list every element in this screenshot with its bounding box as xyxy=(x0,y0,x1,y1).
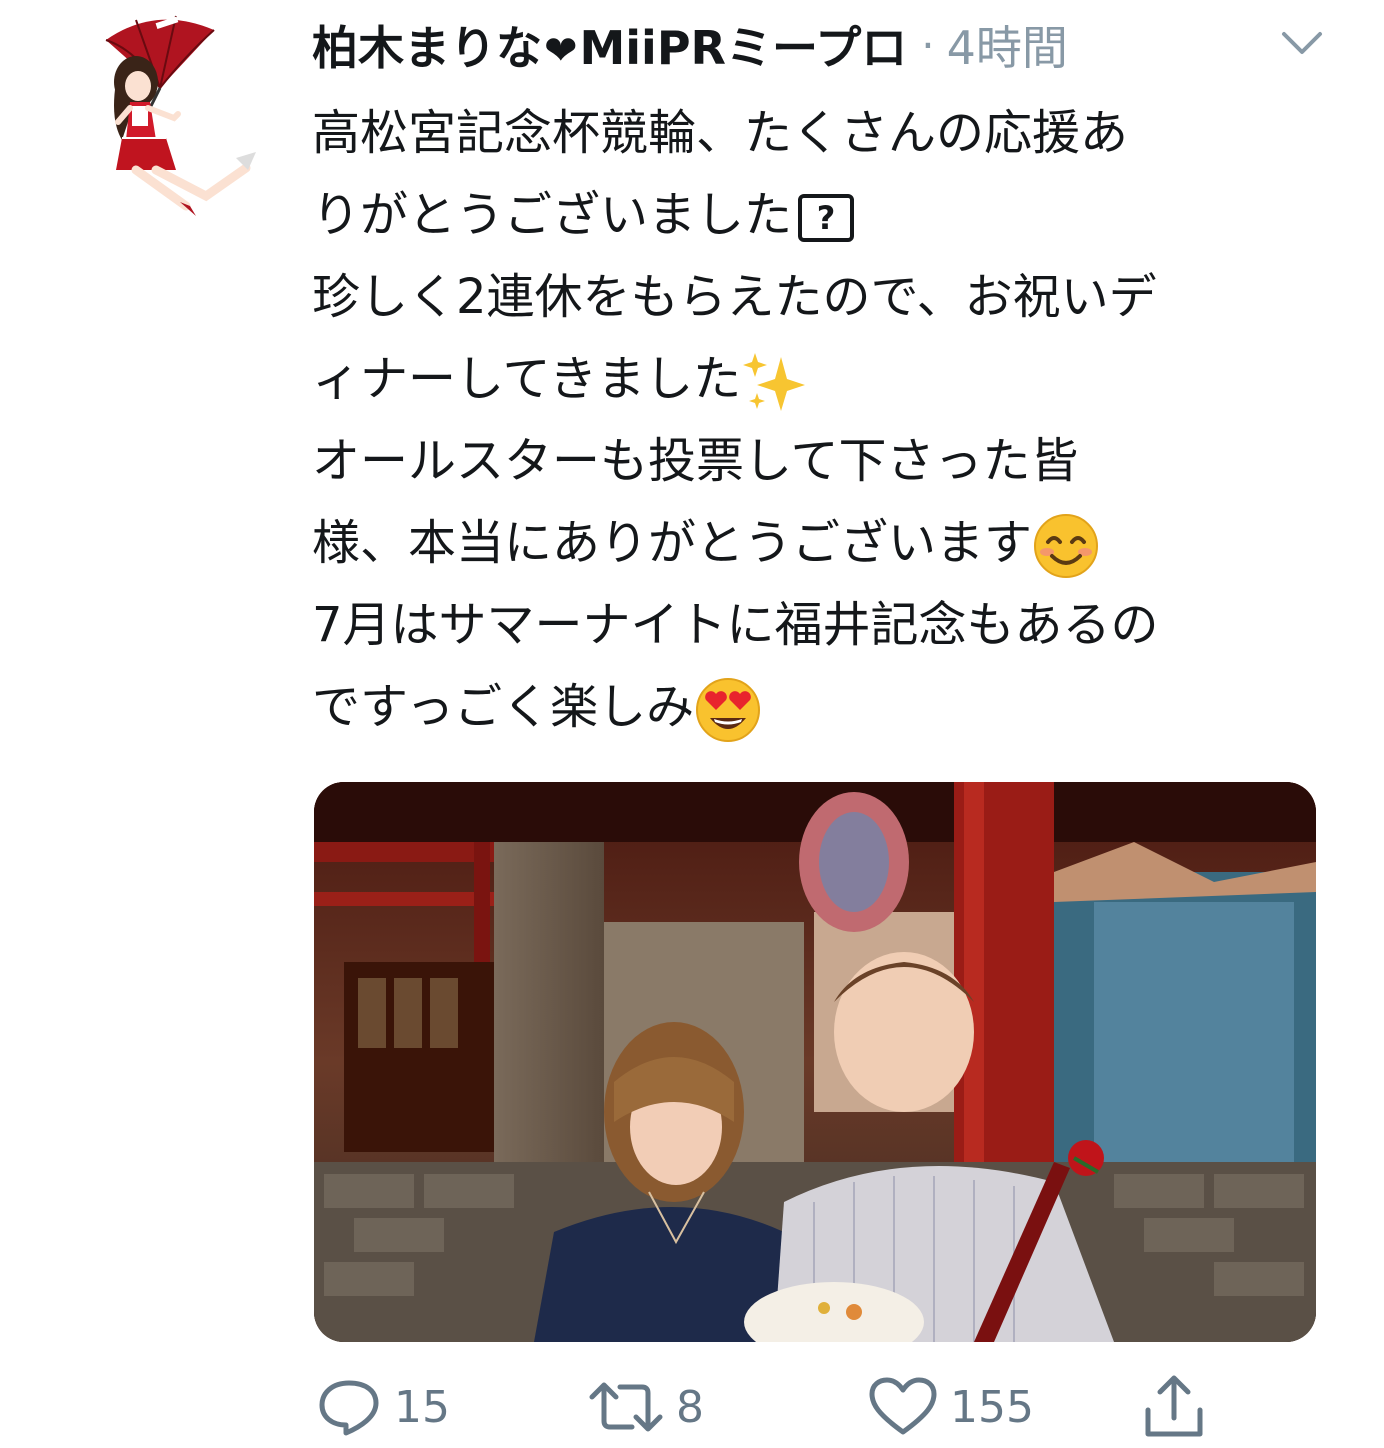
author-name-part1[interactable]: 柏木まりな xyxy=(312,21,542,75)
reply-button[interactable]: 15 xyxy=(316,1372,450,1442)
tweet-line-7: 7月はサマーナイトに福井記念もあるの xyxy=(312,597,1159,653)
tweet-text: 高松宮記念杯競輪、たくさんの応援あ りがとうございました? 珍しく2連休をもらえ… xyxy=(312,92,1322,748)
like-count: 155 xyxy=(950,1381,1034,1433)
tweet-line-5: オールスターも投票して下さった皆 xyxy=(312,433,1079,489)
share-icon xyxy=(1145,1375,1203,1437)
smiling-face-icon xyxy=(1034,514,1099,578)
tweet-line-8-text: ですっごく楽しみ xyxy=(312,679,695,735)
timestamp[interactable]: 4時間 xyxy=(947,12,1068,78)
tweet-line-4: ィナーしてきました xyxy=(312,338,1322,420)
unknown-character-icon: ? xyxy=(798,194,855,242)
tweet-line-6: 様、本当にありがとうございます xyxy=(312,502,1322,584)
tweet[interactable]: 柏木まりな❤MiiPRミープロ · 4時間 高松宮記念杯競輪、たくさんの応援あ … xyxy=(0,0,1384,1448)
tweet-line-2: りがとうございました? xyxy=(312,174,1322,256)
avatar[interactable] xyxy=(96,10,272,220)
tweet-actions: 15 8 155 xyxy=(312,1372,1312,1442)
heart-icon: ❤ xyxy=(544,28,578,74)
author-name[interactable]: 柏木まりな❤MiiPRミープロ xyxy=(312,12,907,78)
tweet-photo[interactable] xyxy=(314,782,1316,1342)
share-button[interactable] xyxy=(1142,1372,1206,1442)
reply-count: 15 xyxy=(394,1381,450,1433)
tweet-line-1: 高松宮記念杯競輪、たくさんの応援あ xyxy=(312,105,1129,161)
tweet-line-6-text: 様、本当にありがとうございます xyxy=(312,515,1033,571)
retweet-count: 8 xyxy=(676,1381,704,1433)
like-button[interactable]: 155 xyxy=(868,1372,1034,1442)
photo-restaurant-couple-icon xyxy=(314,782,1316,1342)
heart-eyes-face-icon xyxy=(696,678,761,742)
retweet-button[interactable]: 8 xyxy=(588,1372,704,1442)
tweet-line-8: ですっごく楽しみ xyxy=(312,666,1322,748)
tweet-line-3: 珍しく2連休をもらえたので、お祝いデ xyxy=(312,269,1157,325)
tweet-line-2-text: りがとうございました xyxy=(312,187,793,243)
author-name-part2[interactable]: MiiPRミープロ xyxy=(580,21,908,75)
sparkles-icon xyxy=(743,353,806,411)
retweet-icon xyxy=(589,1382,663,1432)
reply-icon xyxy=(319,1380,379,1436)
tweet-line-4-text: ィナーしてきました xyxy=(312,351,742,407)
chevron-down-icon[interactable] xyxy=(1280,30,1324,56)
separator-dot: · xyxy=(921,20,935,70)
avatar-illustration-icon xyxy=(105,15,256,216)
heart-outline-icon xyxy=(869,1377,937,1435)
tweet-header: 柏木まりな❤MiiPRミープロ · 4時間 xyxy=(312,10,1352,80)
